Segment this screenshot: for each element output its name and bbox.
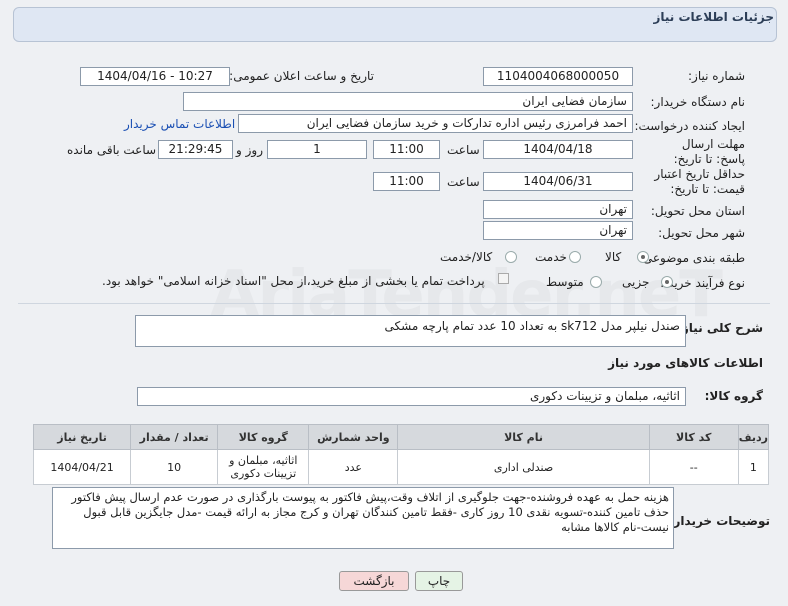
days-label: روز و [236, 143, 263, 157]
description-label: شرح کلی نیاز: [677, 321, 763, 335]
buyer-notes-label: توضیحات خریدار: [668, 514, 770, 528]
contact-info-link[interactable]: اطلاعات تماس خریدار [124, 117, 235, 131]
validity-time-label: ساعت [447, 175, 480, 189]
validity-time-field: 11:00 [373, 172, 440, 191]
category-option-goods: کالا [605, 250, 622, 264]
price-validity-label: حداقل تاریخ اعتبار قیمت: تا تاریخ: [654, 167, 745, 196]
back-button[interactable]: بازگشت [339, 571, 409, 591]
cell-code: -- [648, 449, 739, 485]
goods-group-field: اثاثیه، مبلمان و تزیینات دکوری [137, 387, 686, 406]
cell-quantity: 10 [130, 449, 219, 485]
items-table: ردیف کد کالا نام کالا واحد شمارش گروه کا… [32, 424, 770, 485]
days-field: 1 [267, 140, 367, 159]
col-unit: واحد شمارش [308, 424, 399, 450]
deadline-time-field: 11:00 [373, 140, 440, 159]
province-label: استان محل تحویل: [650, 204, 745, 218]
print-button[interactable]: چاپ [415, 571, 463, 591]
category-label: طبقه بندی موضوعی: [638, 251, 745, 265]
treasury-payment-note: پرداخت تمام یا بخشی از مبلغ خرید،از محل … [102, 274, 485, 288]
cell-group: اثاثیه، مبلمان و تزیینات دکوری [217, 449, 310, 485]
category-radio-goods[interactable] [637, 251, 649, 263]
cell-need-date: 1404/04/21 [32, 449, 132, 485]
deadline-date-field: 1404/04/18 [483, 140, 633, 159]
process-radio-medium[interactable] [590, 276, 602, 288]
buyer-org-field: سازمان فضایی ایران [183, 92, 633, 111]
col-row: ردیف [737, 424, 770, 450]
col-group: گروه کالا [217, 424, 310, 450]
process-option-minor: جزیی [622, 275, 650, 289]
page-title: جزئیات اطلاعات نیاز [653, 10, 774, 24]
col-need-date: تاریخ نیاز [32, 424, 132, 450]
process-option-medium: متوسط [546, 275, 584, 289]
remaining-time-field: 21:29:45 [158, 140, 233, 159]
description-textarea[interactable]: صندل نیلپر مدل sk712 به تعداد 10 عدد تما… [135, 315, 686, 347]
category-radio-service[interactable] [569, 251, 581, 263]
need-number-label: شماره نیاز: [688, 69, 745, 83]
buyer-org-label: نام دستگاه خریدار: [650, 95, 746, 109]
cell-name: صندلی اداری [397, 449, 650, 485]
deadline-label: مهلت ارسال پاسخ: تا تاریخ: [673, 137, 745, 166]
category-option-service: خدمت [535, 250, 567, 264]
table-header-row: ردیف کد کالا نام کالا واحد شمارش گروه کا… [32, 424, 770, 450]
need-number-field: 1104004068000050 [483, 67, 633, 86]
buyer-notes-textarea[interactable]: هزینه حمل به عهده فروشنده-جهت جلوگیری از… [52, 487, 674, 549]
cell-unit: عدد [308, 449, 399, 485]
category-radio-goods-service[interactable] [505, 251, 517, 263]
col-name: نام کالا [397, 424, 650, 450]
city-field: تهران [483, 221, 633, 240]
city-label: شهر محل تحویل: [658, 226, 745, 240]
process-radio-minor[interactable] [661, 276, 673, 288]
announce-datetime-field: 1404/04/16 - 10:27 [80, 67, 230, 86]
divider [18, 303, 770, 304]
goods-info-title: اطلاعات کالاهای مورد نیاز [608, 356, 763, 370]
creator-field: احمد فرامرزی رئیس اداره تدارکات و خرید س… [238, 114, 633, 133]
deadline-time-label: ساعت [447, 143, 480, 157]
col-code: کد کالا [648, 424, 739, 450]
announce-datetime-label: تاریخ و ساعت اعلان عمومی: [229, 69, 374, 83]
category-option-goods-service: کالا/خدمت [440, 250, 493, 264]
treasury-payment-checkbox[interactable] [498, 273, 509, 284]
hours-left-label: ساعت باقی مانده [67, 143, 157, 157]
creator-label: ایجاد کننده درخواست: [634, 119, 745, 133]
table-row: 1 -- صندلی اداری عدد اثاثیه، مبلمان و تز… [32, 449, 770, 485]
cell-row: 1 [737, 449, 770, 485]
validity-date-field: 1404/06/31 [483, 172, 633, 191]
province-field: تهران [483, 200, 633, 219]
col-quantity: تعداد / مقدار [130, 424, 219, 450]
goods-group-label: گروه کالا: [704, 389, 763, 403]
